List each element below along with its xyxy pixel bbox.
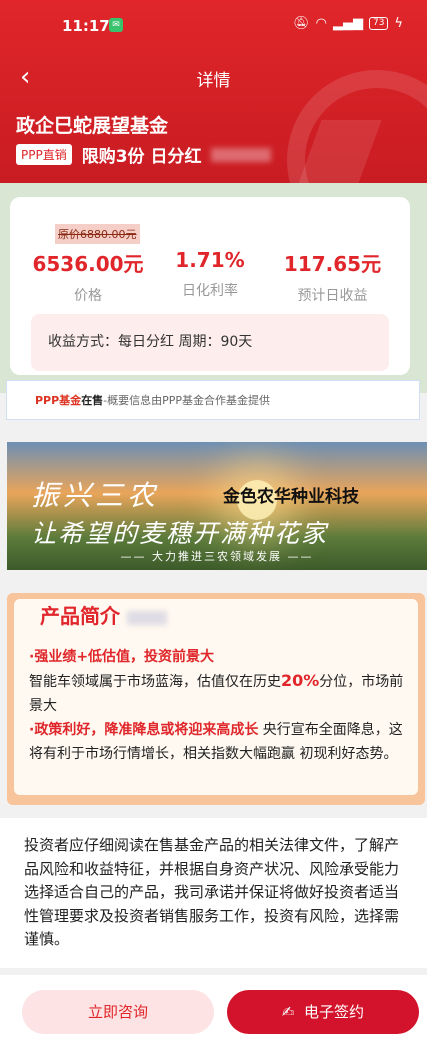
intro-title-text: 产品简介: [40, 604, 120, 628]
intro-point1-head: ·强业绩+低估值，投资前景大: [29, 649, 215, 665]
disclaimer-section: 投资者应仔细阅读在售基金产品的相关法律文件，了解产品风险和收益特征，并根据自身资…: [0, 818, 427, 968]
stat-price: 6536.00元 价格: [28, 248, 148, 305]
battery-icon: 73: [368, 17, 389, 30]
stat-label: 价格: [74, 288, 102, 304]
stat-value: 117.65元: [283, 252, 382, 276]
fund-tagline: 限购3份 日分红: [81, 147, 202, 167]
fund-tag-row: PPP直销 限购3份 日分红: [16, 142, 272, 167]
signal-icon: ▂▄▆: [332, 16, 363, 31]
blurred-text: [126, 610, 167, 625]
intro-point1-pct: 20%: [281, 671, 320, 690]
status-time: 11:17: [62, 17, 110, 35]
ppp-info-strip: PPP基金在售-概要信息由PPP基金合作基金提供: [6, 380, 420, 420]
banner-line2: 金色农华种业科技: [223, 487, 359, 507]
mute-icon: 🔕︎: [293, 16, 310, 31]
intro-point2: ·政策利好，降准降息或将迎来高成长 央行宣布全面降息，这将有利于市场行情增长，相…: [29, 718, 409, 766]
e-sign-button[interactable]: ✍ 电子签约: [227, 990, 419, 1034]
income-info: 收益方式：每日分红 周期：90天: [31, 314, 389, 371]
e-sign-label: 电子签约: [304, 1003, 365, 1021]
stat-value: 1.71%: [175, 248, 245, 272]
banner-line3: 让希望的麦穗开满种花家: [31, 519, 329, 548]
banner-line1: 振兴三农: [31, 479, 160, 512]
ppp-bold: PPP基金: [35, 394, 82, 407]
promo-banner[interactable]: 振兴三农 金色农华种业科技 让希望的麦穗开满种花家 —— 大力推进三农领域发展 …: [7, 442, 427, 570]
ppp-highlight: 在售: [81, 394, 104, 407]
fund-name: 政企巳蛇展望基金: [16, 115, 169, 137]
fund-tag: PPP直销: [16, 144, 72, 165]
blurred-text: [211, 147, 272, 162]
status-bar: 11:17 ✉ 🔕︎ ◠ ▂▄▆ 73 ϟ: [0, 0, 427, 52]
charging-icon: ϟ: [394, 16, 403, 31]
wifi-icon: ◠: [315, 16, 327, 31]
disclaimer-text: 投资者应仔细阅读在售基金产品的相关法律文件，了解产品风险和收益特征，并根据自身资…: [24, 836, 400, 948]
intro-body: ·强业绩+低估值，投资前景大 智能车领域属于市场蓝海，估值仅在历史20%分位，市…: [29, 645, 409, 766]
intro-point2-head: ·政策利好，降准降息或将迎来高成长: [29, 722, 259, 738]
system-icons: 🔕︎ ◠ ▂▄▆ 73 ϟ: [293, 16, 403, 31]
stat-daily-income: 117.65元 预计日收益: [270, 248, 395, 305]
stat-label: 日化利率: [182, 283, 238, 299]
page-title: 详情: [196, 71, 231, 91]
banner-line4: —— 大力推进三农领域发展 ——: [120, 550, 314, 563]
intro-point1-body: 智能车领域属于市场蓝海，估值仅在历史20%分位，市场前景大: [29, 669, 409, 718]
intro-title: 产品简介: [40, 600, 167, 629]
ppp-rest: -概要信息由PPP基金合作基金提供: [103, 394, 271, 407]
stat-rate: 1.71% 日化利率: [155, 248, 265, 300]
original-price: 原价6880.00元: [55, 224, 140, 244]
consult-button[interactable]: 立即咨询: [22, 990, 214, 1034]
wechat-notification-icon: ✉: [109, 18, 123, 32]
pen-icon: ✍: [281, 1003, 295, 1021]
stat-value: 6536.00元: [32, 252, 144, 276]
intro-point1-text-a: 智能车领域属于市场蓝海，估值仅在历史: [29, 674, 281, 690]
stat-label: 预计日收益: [297, 288, 368, 304]
